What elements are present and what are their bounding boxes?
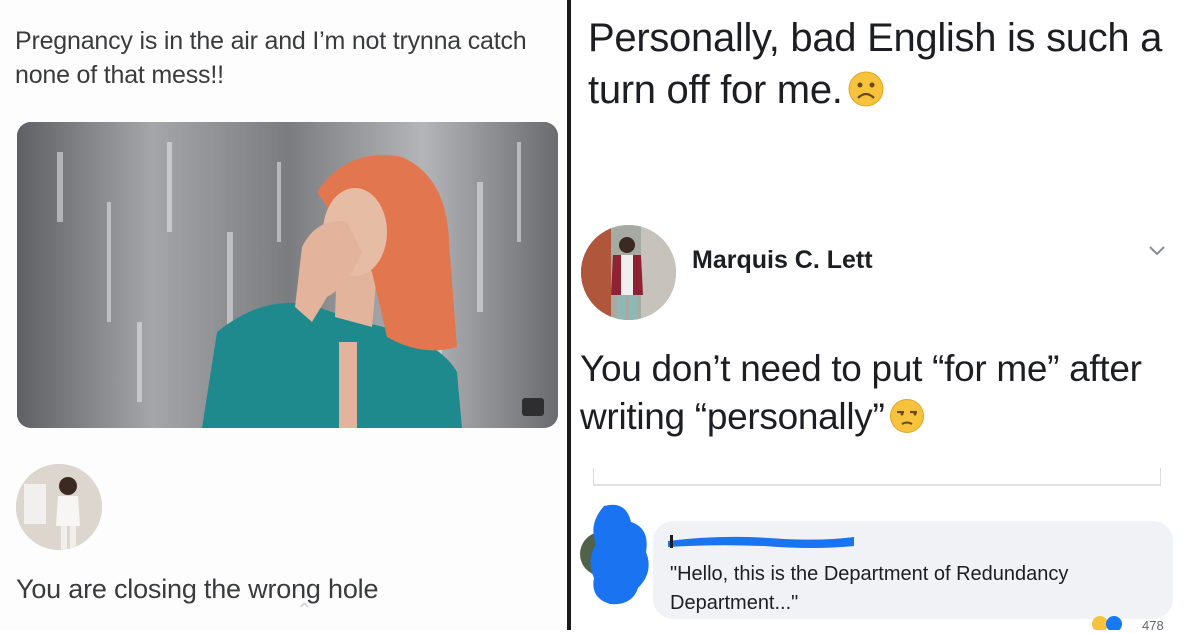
comment-text-content: You don’t need to put “for me” after wri… (580, 348, 1142, 437)
post-text: Pregnancy is in the air and I’m not tryn… (15, 27, 527, 89)
gif-illustration (17, 122, 558, 428)
author-name[interactable]: Marquis C. Lett (692, 246, 873, 275)
like-reaction-icon (1106, 616, 1122, 630)
reply-text: You are closing the wrong hole (16, 574, 379, 604)
link-preview-card[interactable] (593, 468, 1161, 486)
redacted-name (668, 535, 854, 548)
watermark-icon: ⌃ (296, 600, 313, 622)
reply-text: "Hello, this is the Department of Redund… (670, 563, 1069, 614)
haha-reaction-icon (1092, 616, 1108, 630)
comment-text: You don’t need to put “for me” after wri… (580, 345, 1190, 441)
reaction-icons[interactable] (1090, 614, 1136, 630)
redaction-scribble (590, 504, 649, 605)
avatar-photo (16, 464, 102, 550)
frowning-face-icon (848, 71, 884, 107)
left-screenshot: Pregnancy is in the air and I’m not tryn… (0, 0, 567, 630)
author-photo (581, 225, 676, 320)
gif-image[interactable] (17, 122, 558, 428)
avatar[interactable] (16, 464, 102, 550)
unamused-face-icon (889, 399, 924, 433)
reaction-count: 478 (1142, 618, 1164, 633)
chevron-down-icon[interactable] (1146, 240, 1168, 262)
author-avatar[interactable] (581, 225, 676, 320)
gif-badge-icon (522, 398, 544, 416)
post-text-large: Personally, bad English is such a turn o… (588, 12, 1188, 116)
